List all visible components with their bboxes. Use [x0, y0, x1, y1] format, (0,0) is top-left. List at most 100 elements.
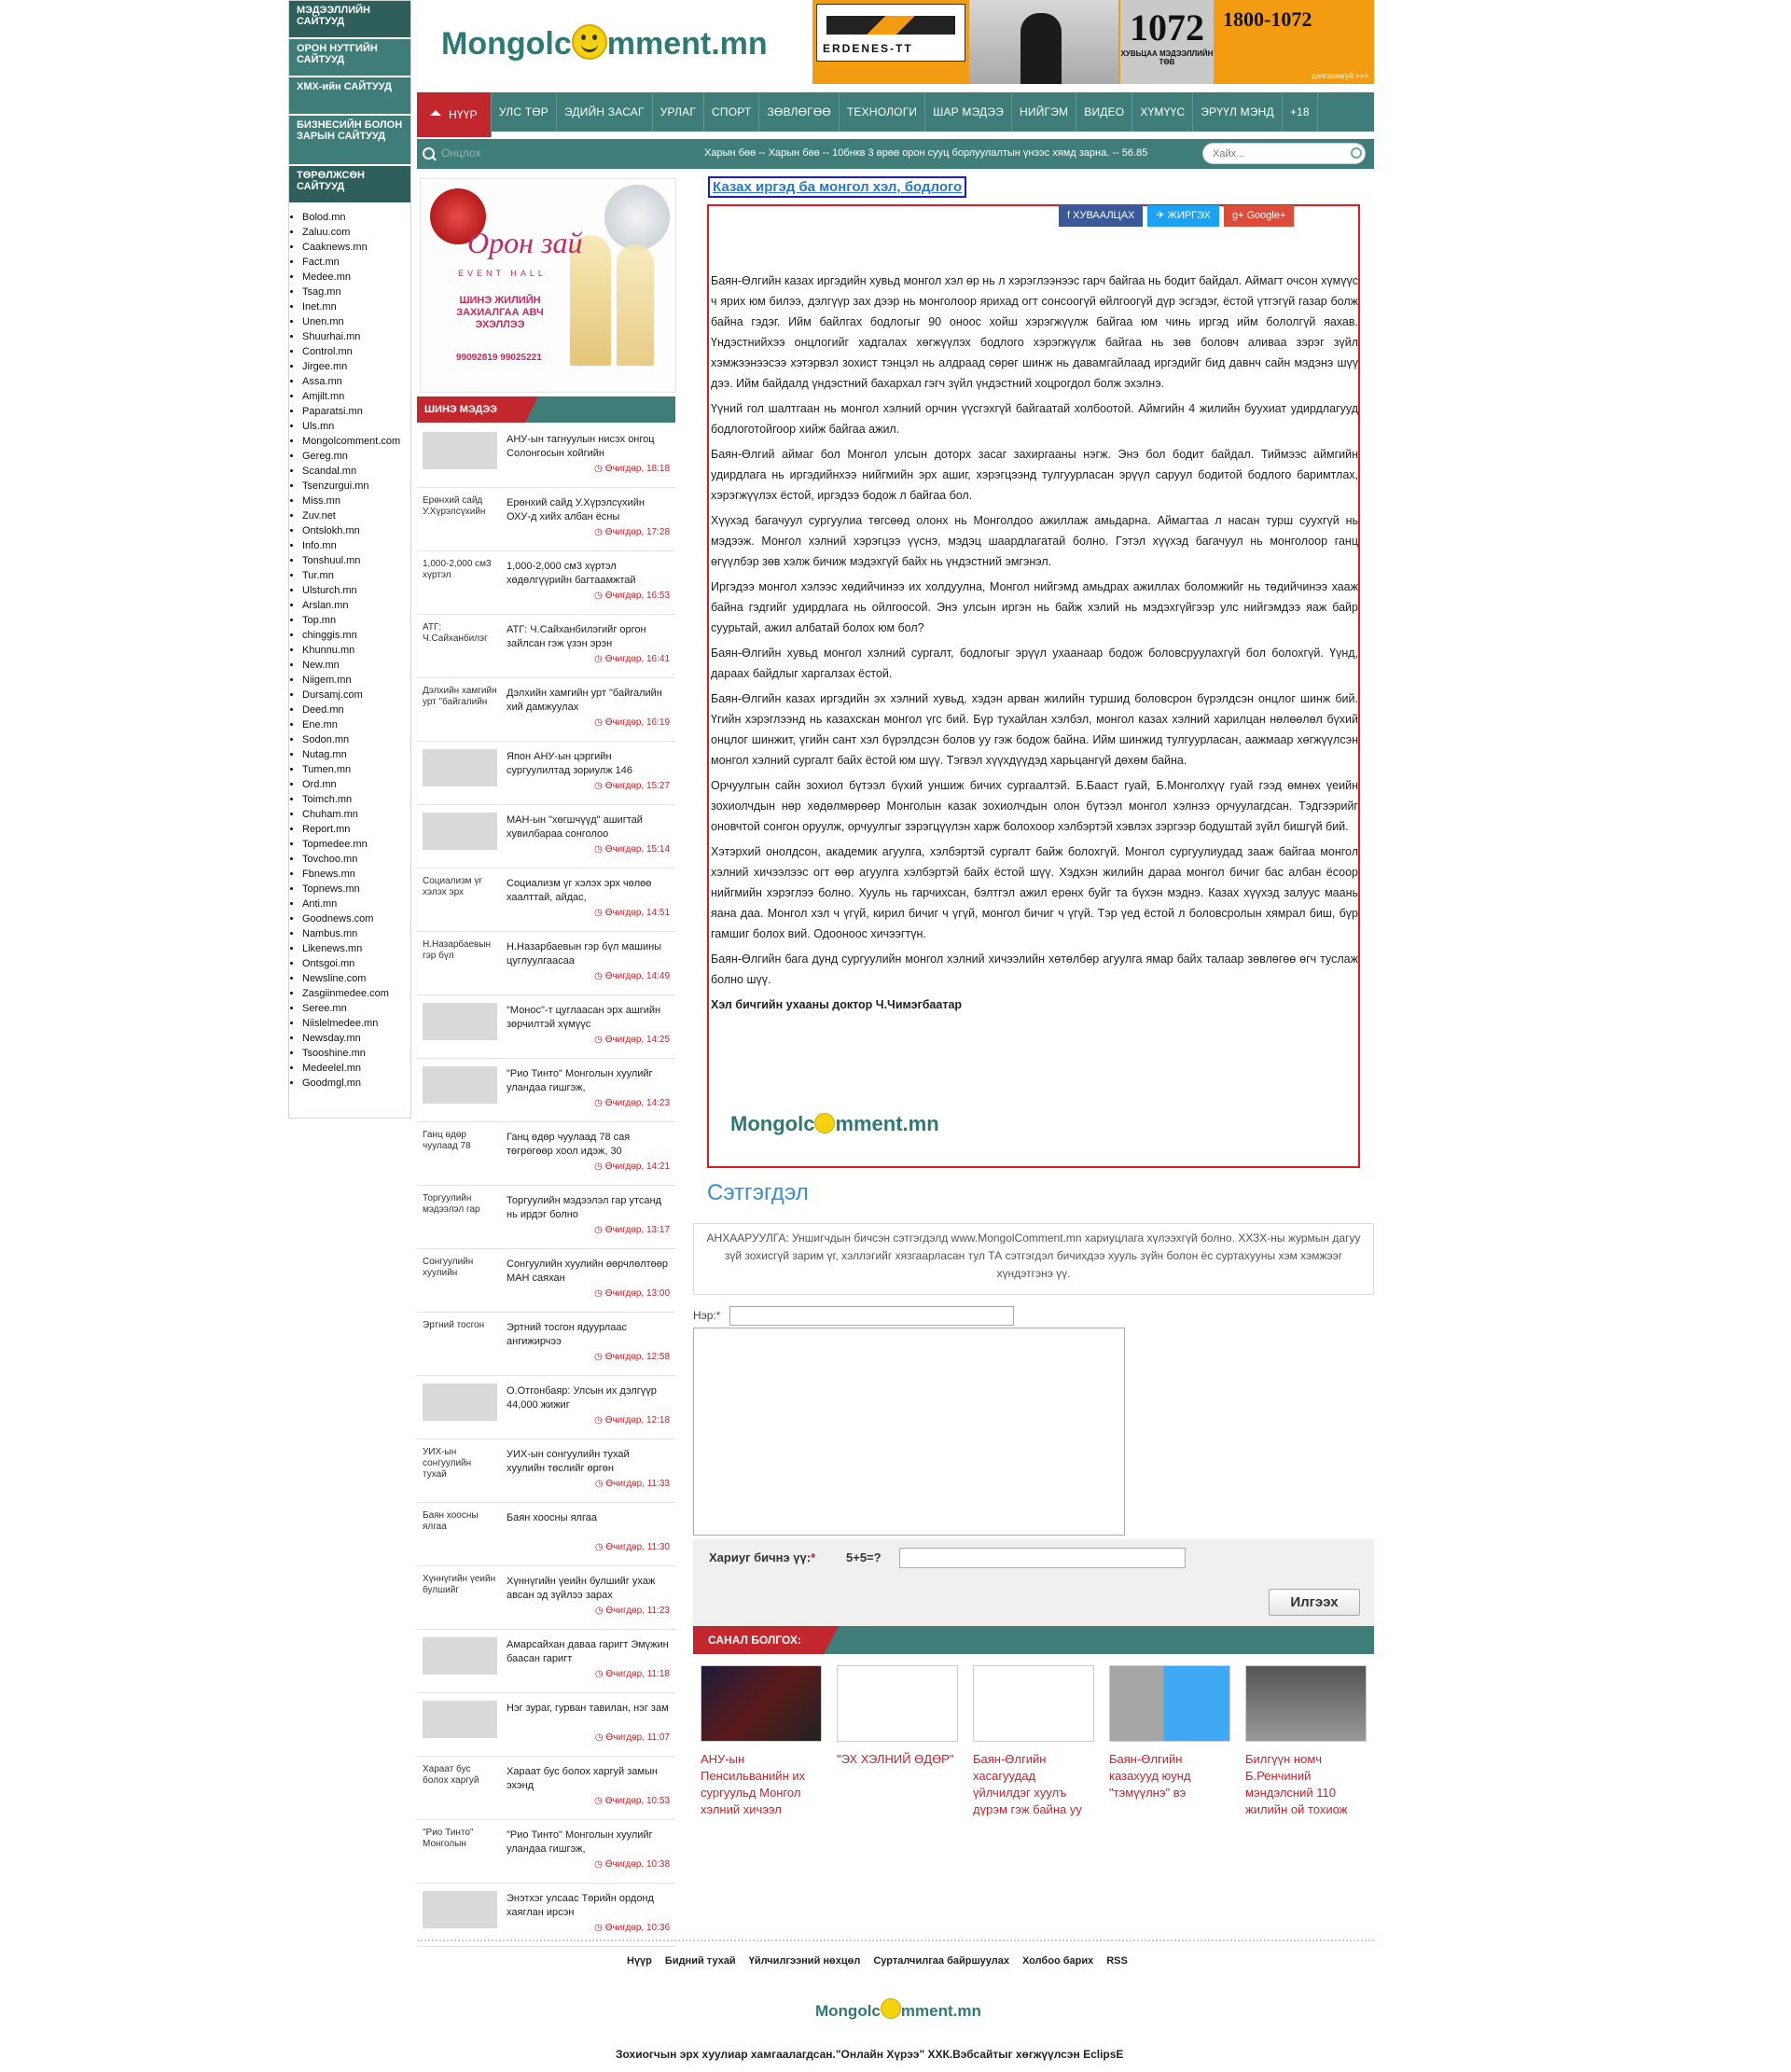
directory-site-link[interactable]: Tonshuul.mn: [302, 553, 410, 568]
directory-site-link[interactable]: Nutag.mn: [302, 747, 410, 762]
directory-site-link[interactable]: Niigem.mn: [302, 673, 410, 688]
site-logo[interactable]: Mongolc mment.mn: [441, 24, 768, 63]
nav-item[interactable]: ЗӨВЛӨГӨӨ: [759, 92, 840, 132]
recommend-caption[interactable]: Баян-Өлгийн хасагуудад үйлчилдэг хуулъ д…: [973, 1751, 1094, 1818]
directory-site-link[interactable]: Tumen.mn: [302, 762, 410, 777]
news-thumbnail[interactable]: АТГ: Ч.Сайханбилэг: [423, 622, 497, 660]
directory-site-link[interactable]: Unen.mn: [302, 314, 410, 329]
news-title[interactable]: Баян хоосны ялгаа: [507, 1511, 670, 1525]
recommend-image[interactable]: [973, 1665, 1094, 1742]
news-thumbnail[interactable]: Сонгуулийн хуулийн: [423, 1257, 497, 1294]
directory-site-link[interactable]: Tsenzurgui.mn: [302, 479, 410, 494]
news-item[interactable]: "Монос"-т цуглаасан эрх ашгийн зөрчилтэй…: [417, 995, 675, 1059]
event-hall-ad[interactable]: Орон зай EVENT HALL ШИНЭ ЖИЛИЙН ЗАХИАЛГА…: [420, 178, 676, 393]
recommend-item[interactable]: АНУ-ын Пенсильванийн их сургуульд Монгол…: [701, 1665, 822, 1818]
recommend-item[interactable]: Баян-Өлгийн казахууд юунд "тэмүүлнэ" вэ: [1109, 1665, 1230, 1801]
news-thumbnail[interactable]: "Рио Тинто" Монголын: [423, 1828, 497, 1865]
news-item[interactable]: Ерөнхий сайд У.Хүрэлсүхийн Ерөнхий сайд У…: [417, 488, 675, 551]
news-thumbnail[interactable]: Ганц өдөр чуулаад 78: [423, 1130, 497, 1167]
news-title[interactable]: Дэлхийн хамгийн урт "байгалийн хий дамжу…: [507, 687, 670, 715]
directory-site-link[interactable]: Chuham.mn: [302, 807, 410, 822]
banner-more-link[interactable]: дэлгэрэнгүй >>>: [1312, 72, 1368, 80]
news-thumbnail[interactable]: [423, 1891, 497, 1928]
directory-site-link[interactable]: Ord.mn: [302, 777, 410, 792]
nav-item[interactable]: ЭДИЙН ЗАСАГ: [557, 92, 653, 132]
directory-site-link[interactable]: Goodmgl.mn: [302, 1076, 410, 1091]
news-item[interactable]: 1,000-2,000 см3 хүртэл 1,000-2,000 см3 хү…: [417, 551, 675, 615]
directory-site-link[interactable]: Assa.mn: [302, 374, 410, 389]
news-item[interactable]: Баян хоосны ялгаа Баян хоосны ялгаа Өчигдө…: [417, 1503, 675, 1566]
footer-logo[interactable]: Mongolc mment.mn: [815, 1998, 981, 2021]
nav-item[interactable]: ШАР МЭДЭЭ: [925, 92, 1012, 132]
news-thumbnail[interactable]: Баян хоосны ялгаа: [423, 1510, 497, 1548]
directory-site-link[interactable]: Ontsgoi.mn: [302, 956, 410, 971]
news-thumbnail[interactable]: [423, 1637, 497, 1675]
news-thumbnail[interactable]: Хараат бус болох харгуй: [423, 1764, 497, 1801]
directory-site-link[interactable]: Tsag.mn: [302, 285, 410, 299]
news-title[interactable]: Торгуулийн мэдээлэл гар утсанд нь ирдэг …: [507, 1194, 670, 1222]
directory-header-media-sites[interactable]: ХМХ-ийн САЙТУУД: [289, 77, 410, 116]
directory-site-link[interactable]: Khunnu.mn: [302, 643, 410, 658]
recommend-caption[interactable]: Баян-Өлгийн казахууд юунд "тэмүүлнэ" вэ: [1109, 1751, 1230, 1801]
news-item[interactable]: Сонгуулийн хуулийн Сонгуулийн хуулийн өөр…: [417, 1249, 675, 1313]
footer-link[interactable]: Сурталчилгаа байршуулах: [873, 1955, 1009, 1967]
directory-site-link[interactable]: Anti.mn: [302, 897, 410, 911]
directory-site-link[interactable]: Bolod.mn: [302, 210, 410, 225]
directory-site-link[interactable]: Zuv.net: [302, 508, 410, 523]
news-title[interactable]: Энэтхэг улсаас Төрийн ордонд хаяглан ирс…: [507, 1892, 670, 1920]
directory-site-link[interactable]: Topmedee.mn: [302, 837, 410, 852]
nav-item[interactable]: УРЛАГ: [653, 92, 705, 132]
search-input[interactable]: [1202, 143, 1366, 164]
directory-header-news-sites[interactable]: МЭДЭЭЛЛИЙН САЙТУУД: [289, 1, 410, 39]
send-button[interactable]: Илгээх: [1269, 1589, 1360, 1616]
news-title[interactable]: Нэг зураг, гурван тавилан, нэг зам: [507, 1702, 670, 1716]
news-title[interactable]: "Рио Тинто" Монголын хуулийг уландаа гиш…: [507, 1067, 670, 1095]
directory-site-link[interactable]: Jirgee.mn: [302, 359, 410, 374]
directory-site-link[interactable]: Nambus.mn: [302, 926, 410, 941]
directory-site-link[interactable]: Tur.mn: [302, 568, 410, 583]
news-title[interactable]: 1,000-2,000 см3 хүртэл хөдөлгүүрийн багт…: [507, 560, 670, 588]
directory-site-link[interactable]: Newsline.com: [302, 971, 410, 986]
news-thumbnail[interactable]: Социализм үг хэлэх эрх: [423, 876, 497, 913]
news-title[interactable]: Сонгуулийн хуулийн өөрчлөлтөөр МАН саяха…: [507, 1258, 670, 1286]
directory-header-local-sites[interactable]: ОРОН НУТГИЙН САЙТУУД: [289, 39, 410, 77]
news-title[interactable]: УИХ-ын сонгуулийн тухай хуулийн төслийг …: [507, 1448, 670, 1476]
news-title[interactable]: АТГ: Ч.Сайханбилэгийг оргон зайлсан гэж …: [507, 623, 670, 651]
directory-site-link[interactable]: chinggis.mn: [302, 628, 410, 643]
news-title[interactable]: Япон АНУ-ын цэргийн сургуулилтад зориулж…: [507, 750, 670, 778]
directory-site-link[interactable]: Tovchoo.mn: [302, 852, 410, 867]
directory-site-link[interactable]: Fact.mn: [302, 255, 410, 270]
news-thumbnail[interactable]: Хүннүгийн үеийн булшийг: [423, 1574, 497, 1611]
directory-site-link[interactable]: Zasgiinmedee.com: [302, 986, 410, 1001]
recommend-caption[interactable]: АНУ-ын Пенсильванийн их сургуульд Монгол…: [701, 1751, 822, 1818]
article-title[interactable]: Казах иргэд ба монгол хэл, бодлого: [708, 176, 967, 198]
directory-site-link[interactable]: Toimch.mn: [302, 792, 410, 807]
news-title[interactable]: Хараат бус болох харгуй замын эхэнд: [507, 1765, 670, 1793]
nav-item[interactable]: НИЙГЭМ: [1012, 92, 1077, 132]
directory-site-link[interactable]: Arslan.mn: [302, 598, 410, 613]
nav-item[interactable]: СПОРТ: [704, 92, 760, 132]
directory-site-link[interactable]: Medeelel.mn: [302, 1061, 410, 1076]
news-item[interactable]: "Рио Тинто" Монголын хуулийг уландаа гиш…: [417, 1059, 675, 1122]
directory-site-link[interactable]: Gereg.mn: [302, 449, 410, 464]
nav-item[interactable]: ЭРҮҮЛ МЭНД: [1193, 92, 1283, 132]
news-thumbnail[interactable]: УИХ-ын сонгуулийн тухай: [423, 1447, 497, 1484]
news-thumbnail[interactable]: [423, 1384, 497, 1421]
recommend-item[interactable]: "ЭХ ХЭЛНИЙ ӨДӨР": [837, 1665, 958, 1768]
news-thumbnail[interactable]: [423, 749, 497, 786]
recommend-item[interactable]: Билгүүн номч Б.Ренчиний мэндэлсний 110 ж…: [1245, 1665, 1367, 1818]
directory-site-link[interactable]: New.mn: [302, 658, 410, 673]
header-banner-ad[interactable]: ERDENES-TT 1072 ХУВЬЦАА МЭДЭЭЛЛИЙН ТӨВ 1…: [812, 0, 1374, 84]
directory-site-link[interactable]: Goodnews.com: [302, 911, 410, 926]
news-item[interactable]: "Рио Тинто" Монголын "Рио Тинто" Монголын…: [417, 1820, 675, 1884]
directory-site-link[interactable]: Zaluu.com: [302, 225, 410, 240]
news-item[interactable]: Япон АНУ-ын цэргийн сургуулилтад зориулж…: [417, 742, 675, 805]
directory-site-link[interactable]: Control.mn: [302, 344, 410, 359]
directory-site-link[interactable]: Medee.mn: [302, 270, 410, 285]
news-item[interactable]: Энэтхэг улсаас Төрийн ордонд хаяглан ирс…: [417, 1884, 675, 1947]
directory-site-link[interactable]: Fbnews.mn: [302, 867, 410, 882]
directory-site-link[interactable]: Ontslokh.mn: [302, 523, 410, 538]
directory-site-link[interactable]: Uls.mn: [302, 419, 410, 434]
news-item[interactable]: АНУ-ын тагнуулын нисэх онгоц Солонгосын …: [417, 424, 675, 488]
nav-item[interactable]: ХҮМҮҮС: [1132, 92, 1194, 132]
